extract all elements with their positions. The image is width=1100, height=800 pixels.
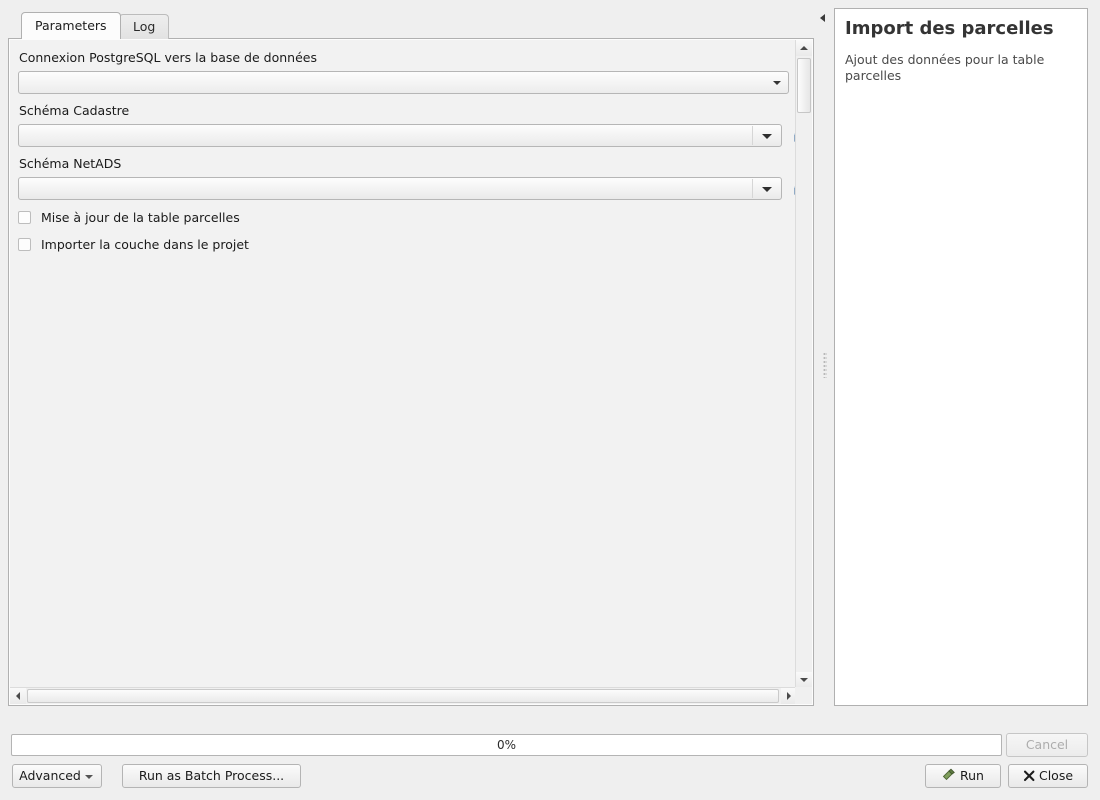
close-icon (1023, 767, 1035, 789)
checkbox-update-parcelles-label: Mise à jour de la table parcelles (41, 209, 240, 225)
splitter-grip-icon (823, 352, 827, 378)
collapse-panel-button[interactable] (818, 11, 830, 25)
cancel-button: Cancel (1006, 733, 1088, 757)
parameters-panel: Connexion PostgreSQL vers la base de don… (8, 38, 814, 706)
checkbox-import-layer[interactable]: Importer la couche dans le projet (18, 234, 789, 254)
run-button-label: Run (960, 768, 984, 783)
algorithm-description: Ajout des données pour la table parcelle… (845, 51, 1045, 84)
tab-parameters-label: Parameters (35, 18, 107, 33)
progress-bar: 0% (11, 734, 1002, 756)
scrollbar-corner (795, 687, 812, 704)
parameters-scroll-area: Connexion PostgreSQL vers la base de don… (10, 40, 797, 688)
progress-percent-label: 0% (496, 738, 517, 752)
vertical-scroll-thumb[interactable] (797, 58, 811, 113)
algorithm-help-panel: Import des parcelles Ajout des données p… (834, 8, 1088, 706)
tab-log-label: Log (133, 19, 156, 34)
chevron-down-icon (762, 134, 772, 139)
schema-netads-row (18, 177, 797, 200)
combobox-separator (752, 126, 753, 145)
run-as-batch-button-label: Run as Batch Process... (138, 768, 285, 783)
checkbox-box (18, 237, 31, 251)
run-button[interactable]: Run (925, 764, 1001, 788)
tab-bar: Parameters Log (8, 12, 814, 40)
scroll-left-arrow-icon[interactable] (10, 688, 26, 704)
cancel-button-label: Cancel (1025, 737, 1069, 752)
tab-log[interactable]: Log (119, 14, 170, 39)
chevron-down-icon (762, 187, 772, 192)
scroll-up-arrow-icon[interactable] (796, 40, 812, 56)
advanced-button[interactable]: Advanced (12, 764, 102, 788)
algorithm-title: Import des parcelles (845, 18, 1054, 39)
parameters-vertical-scrollbar[interactable] (795, 40, 812, 688)
chevron-left-icon (820, 14, 825, 22)
parameters-horizontal-scrollbar[interactable] (10, 687, 797, 704)
advanced-button-label: Advanced (19, 768, 81, 783)
schema-netads-combobox[interactable] (18, 177, 782, 200)
chevron-down-icon (85, 775, 93, 779)
combobox-separator (752, 179, 753, 198)
panel-splitter[interactable] (819, 30, 831, 706)
schema-cadastre-label: Schéma Cadastre (19, 103, 130, 118)
parameters-form: Connexion PostgreSQL vers la base de don… (10, 40, 797, 688)
run-as-batch-button[interactable]: Run as Batch Process... (122, 764, 301, 788)
schema-netads-label: Schéma NetADS (19, 156, 122, 171)
connection-label: Connexion PostgreSQL vers la base de don… (19, 50, 317, 65)
chevron-down-icon (773, 81, 781, 85)
checkbox-box (18, 210, 31, 224)
processing-algorithm-dialog: Parameters Log Connexion PostgreSQL vers… (0, 0, 1100, 800)
horizontal-scroll-thumb[interactable] (27, 689, 779, 703)
scroll-down-arrow-icon[interactable] (796, 672, 812, 688)
close-button[interactable]: Close (1008, 764, 1088, 788)
connection-combobox[interactable] (18, 71, 789, 94)
schema-cadastre-combobox[interactable] (18, 124, 782, 147)
checkbox-update-parcelles[interactable]: Mise à jour de la table parcelles (18, 207, 789, 227)
schema-cadastre-row (18, 124, 797, 147)
tab-parameters[interactable]: Parameters (21, 12, 121, 39)
close-button-label: Close (1038, 768, 1074, 783)
run-icon (942, 767, 956, 789)
checkbox-import-layer-label: Importer la couche dans le projet (41, 236, 249, 252)
